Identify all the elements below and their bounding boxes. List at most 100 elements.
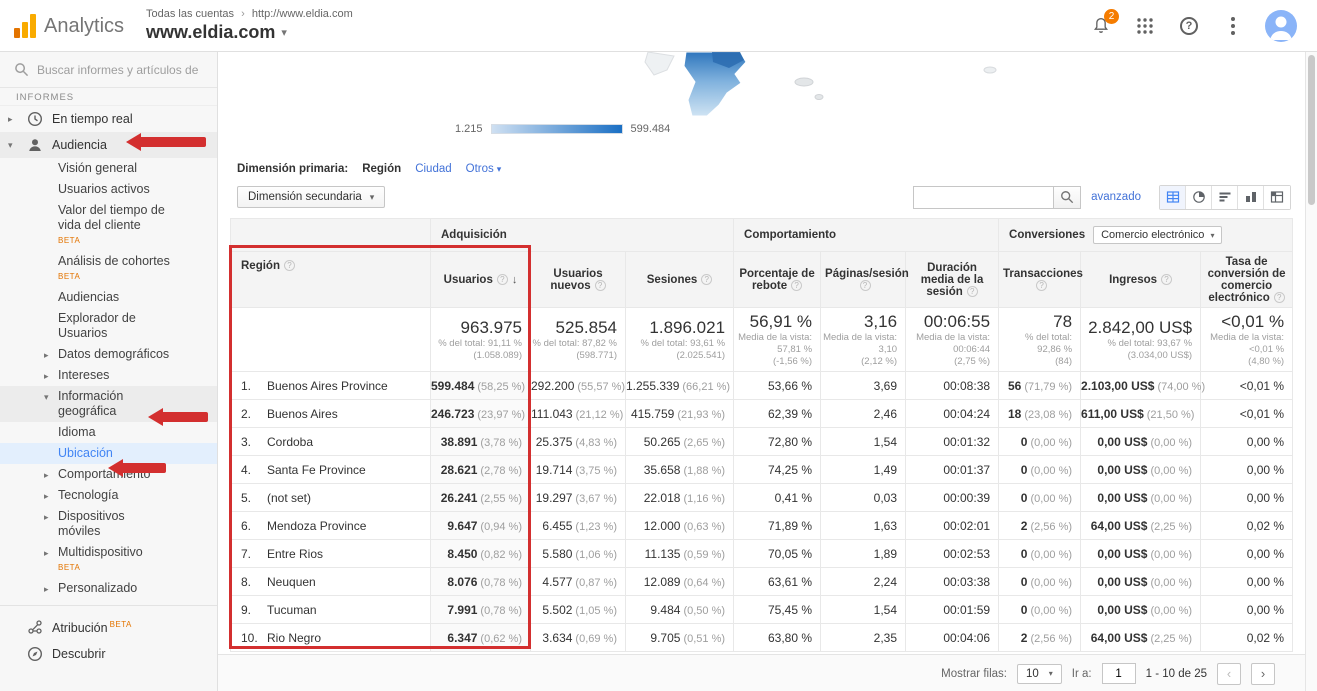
help-icon[interactable]: ? xyxy=(497,274,508,285)
region-cell[interactable]: 2.Buenos Aires xyxy=(231,400,431,428)
rows-per-page-select[interactable]: 10 ▾ xyxy=(1017,664,1062,684)
region-cell[interactable]: 6.Mendoza Province xyxy=(231,512,431,540)
table-search-input[interactable] xyxy=(913,186,1053,209)
help-icon[interactable]: ? xyxy=(967,286,978,297)
view-comparison-button[interactable] xyxy=(1238,186,1264,209)
secondary-dimension-button[interactable]: Dimensión secundaria ▾ xyxy=(237,186,385,208)
chevron-down-icon[interactable]: ▾ xyxy=(281,26,287,39)
analytics-logo[interactable]: Analytics xyxy=(0,14,128,38)
help-icon[interactable]: ? xyxy=(595,280,606,291)
column-header-rebote[interactable]: Porcentaje de rebote? xyxy=(734,252,821,308)
view-performance-button[interactable] xyxy=(1212,186,1238,209)
column-header-usuarios[interactable]: Usuarios?↓ xyxy=(431,252,531,308)
sidebar-item-audiencia[interactable]: ▾ Audiencia xyxy=(0,132,217,158)
sidebar-item-usuarios-activos[interactable]: Usuarios activos xyxy=(0,179,217,200)
region-name[interactable]: Buenos Aires xyxy=(267,407,338,421)
expand-icon[interactable]: ▸ xyxy=(44,489,49,504)
dimension-option-otros[interactable]: Otros▾ xyxy=(466,163,502,175)
advanced-filter-link[interactable]: avanzado xyxy=(1091,191,1141,203)
region-cell[interactable]: 10.Rio Negro xyxy=(231,624,431,652)
more-options-button[interactable] xyxy=(1221,14,1245,38)
region-cell[interactable]: 7.Entre Rios xyxy=(231,540,431,568)
column-header-ingresos[interactable]: Ingresos? xyxy=(1081,252,1201,308)
region-cell[interactable]: 3.Cordoba xyxy=(231,428,431,456)
region-cell[interactable]: 8.Neuquen xyxy=(231,568,431,596)
table-search-button[interactable] xyxy=(1053,186,1081,209)
sidebar-item-multidispositivo[interactable]: ▸ Multidispositivo BETA xyxy=(0,542,217,578)
sidebar-item-explorador-usuarios[interactable]: Explorador de Usuarios xyxy=(0,308,217,344)
help-icon[interactable]: ? xyxy=(1161,274,1172,285)
sidebar-item-atribucion[interactable]: AtribuciónBETA xyxy=(0,612,217,641)
region-cell[interactable]: 4.Santa Fe Province xyxy=(231,456,431,484)
help-icon[interactable]: ? xyxy=(1036,280,1047,291)
sidebar-search[interactable] xyxy=(0,52,217,88)
sidebar-item-vision-general[interactable]: Visión general xyxy=(0,158,217,179)
sidebar-item-descubrir[interactable]: Descubrir xyxy=(0,641,217,667)
user-avatar[interactable] xyxy=(1265,10,1297,42)
expand-icon[interactable]: ▸ xyxy=(44,348,49,363)
geo-map[interactable] xyxy=(218,52,1305,116)
chevron-down-icon[interactable]: ▾ xyxy=(8,138,18,153)
apps-grid-button[interactable] xyxy=(1133,14,1157,38)
sidebar-item-tecnologia[interactable]: ▸ Tecnología xyxy=(0,485,217,506)
dimension-option-region[interactable]: Región xyxy=(362,163,401,175)
breadcrumb-property[interactable]: http://www.eldia.com xyxy=(252,8,353,20)
column-header-usuarios-nuevos[interactable]: Usuarios nuevos? xyxy=(531,252,626,308)
column-header-duracion[interactable]: Duración media de la sesión? xyxy=(906,252,999,308)
region-name[interactable]: Neuquen xyxy=(267,575,316,589)
help-icon[interactable]: ? xyxy=(1274,292,1285,303)
conversion-type-select[interactable]: Comercio electrónico ▾ xyxy=(1093,226,1222,244)
sidebar-item-ubicacion[interactable]: Ubicación xyxy=(0,443,217,464)
expand-icon[interactable]: ▸ xyxy=(44,369,49,384)
property-selector[interactable]: www.eldia.com ▾ xyxy=(146,22,353,43)
region-name[interactable]: Rio Negro xyxy=(267,631,321,645)
expand-icon[interactable]: ▸ xyxy=(44,582,49,597)
view-table-button[interactable] xyxy=(1160,186,1186,209)
column-header-paginas-sesion[interactable]: Páginas/sesión? xyxy=(821,252,906,308)
sidebar-item-en-tiempo-real[interactable]: ▸ En tiempo real xyxy=(0,106,217,132)
help-button[interactable]: ? xyxy=(1177,14,1201,38)
view-percentage-button[interactable] xyxy=(1186,186,1212,209)
next-page-button[interactable]: › xyxy=(1251,663,1275,685)
view-pivot-button[interactable] xyxy=(1264,186,1290,209)
region-name[interactable]: (not set) xyxy=(267,491,311,505)
vertical-scrollbar[interactable] xyxy=(1305,52,1317,691)
sidebar-item-valor-tiempo-vida-cliente[interactable]: Valor del tiempo de vida del cliente BET… xyxy=(0,200,217,251)
region-name[interactable]: Buenos Aires Province xyxy=(267,379,388,393)
column-header-region[interactable]: Región? xyxy=(231,252,431,308)
search-input[interactable] xyxy=(37,63,203,77)
sidebar-item-personalizado[interactable]: ▸ Personalizado xyxy=(0,578,217,599)
breadcrumb[interactable]: Todas las cuentas › http://www.eldia.com xyxy=(146,8,353,20)
sidebar-item-dispositivos-moviles[interactable]: ▸ Dispositivos móviles xyxy=(0,506,217,542)
region-cell[interactable]: 9.Tucuman xyxy=(231,596,431,624)
region-name[interactable]: Santa Fe Province xyxy=(267,463,366,477)
sidebar-item-datos-demograficos[interactable]: ▸ Datos demográficos xyxy=(0,344,217,365)
region-name[interactable]: Entre Rios xyxy=(267,547,323,561)
scrollbar-thumb[interactable] xyxy=(1308,55,1315,205)
expand-icon[interactable]: ▸ xyxy=(44,546,49,561)
prev-page-button[interactable]: ‹ xyxy=(1217,663,1241,685)
region-name[interactable]: Tucuman xyxy=(267,603,317,617)
help-icon[interactable]: ? xyxy=(860,280,871,291)
region-name[interactable]: Mendoza Province xyxy=(267,519,366,533)
sidebar-item-intereses[interactable]: ▸ Intereses xyxy=(0,365,217,386)
region-name[interactable]: Cordoba xyxy=(267,435,313,449)
sidebar-item-comportamiento[interactable]: ▸ Comportamiento xyxy=(0,464,217,485)
expand-icon[interactable]: ▾ xyxy=(44,390,49,405)
sidebar-item-analisis-cohortes[interactable]: Análisis de cohortes BETA xyxy=(0,251,217,287)
help-icon[interactable]: ? xyxy=(701,274,712,285)
sidebar-item-informacion-geografica[interactable]: ▾ Información geográfica xyxy=(0,386,217,422)
help-icon[interactable]: ? xyxy=(284,260,295,271)
region-cell[interactable]: 1.Buenos Aires Province xyxy=(231,372,431,400)
column-header-tasa-conversion[interactable]: Tasa de conversión de comercio electróni… xyxy=(1201,252,1293,308)
expand-icon[interactable]: ▸ xyxy=(44,468,49,483)
column-header-transacciones[interactable]: Transacciones? xyxy=(999,252,1081,308)
expand-icon[interactable]: ▸ xyxy=(44,510,49,525)
column-header-sesiones[interactable]: Sesiones? xyxy=(626,252,734,308)
goto-page-input[interactable] xyxy=(1102,663,1136,684)
sidebar-item-audiencias[interactable]: Audiencias xyxy=(0,287,217,308)
sidebar-item-idioma[interactable]: Idioma xyxy=(0,422,217,443)
help-icon[interactable]: ? xyxy=(791,280,802,291)
chevron-right-icon[interactable]: ▸ xyxy=(8,112,18,127)
region-cell[interactable]: 5.(not set) xyxy=(231,484,431,512)
